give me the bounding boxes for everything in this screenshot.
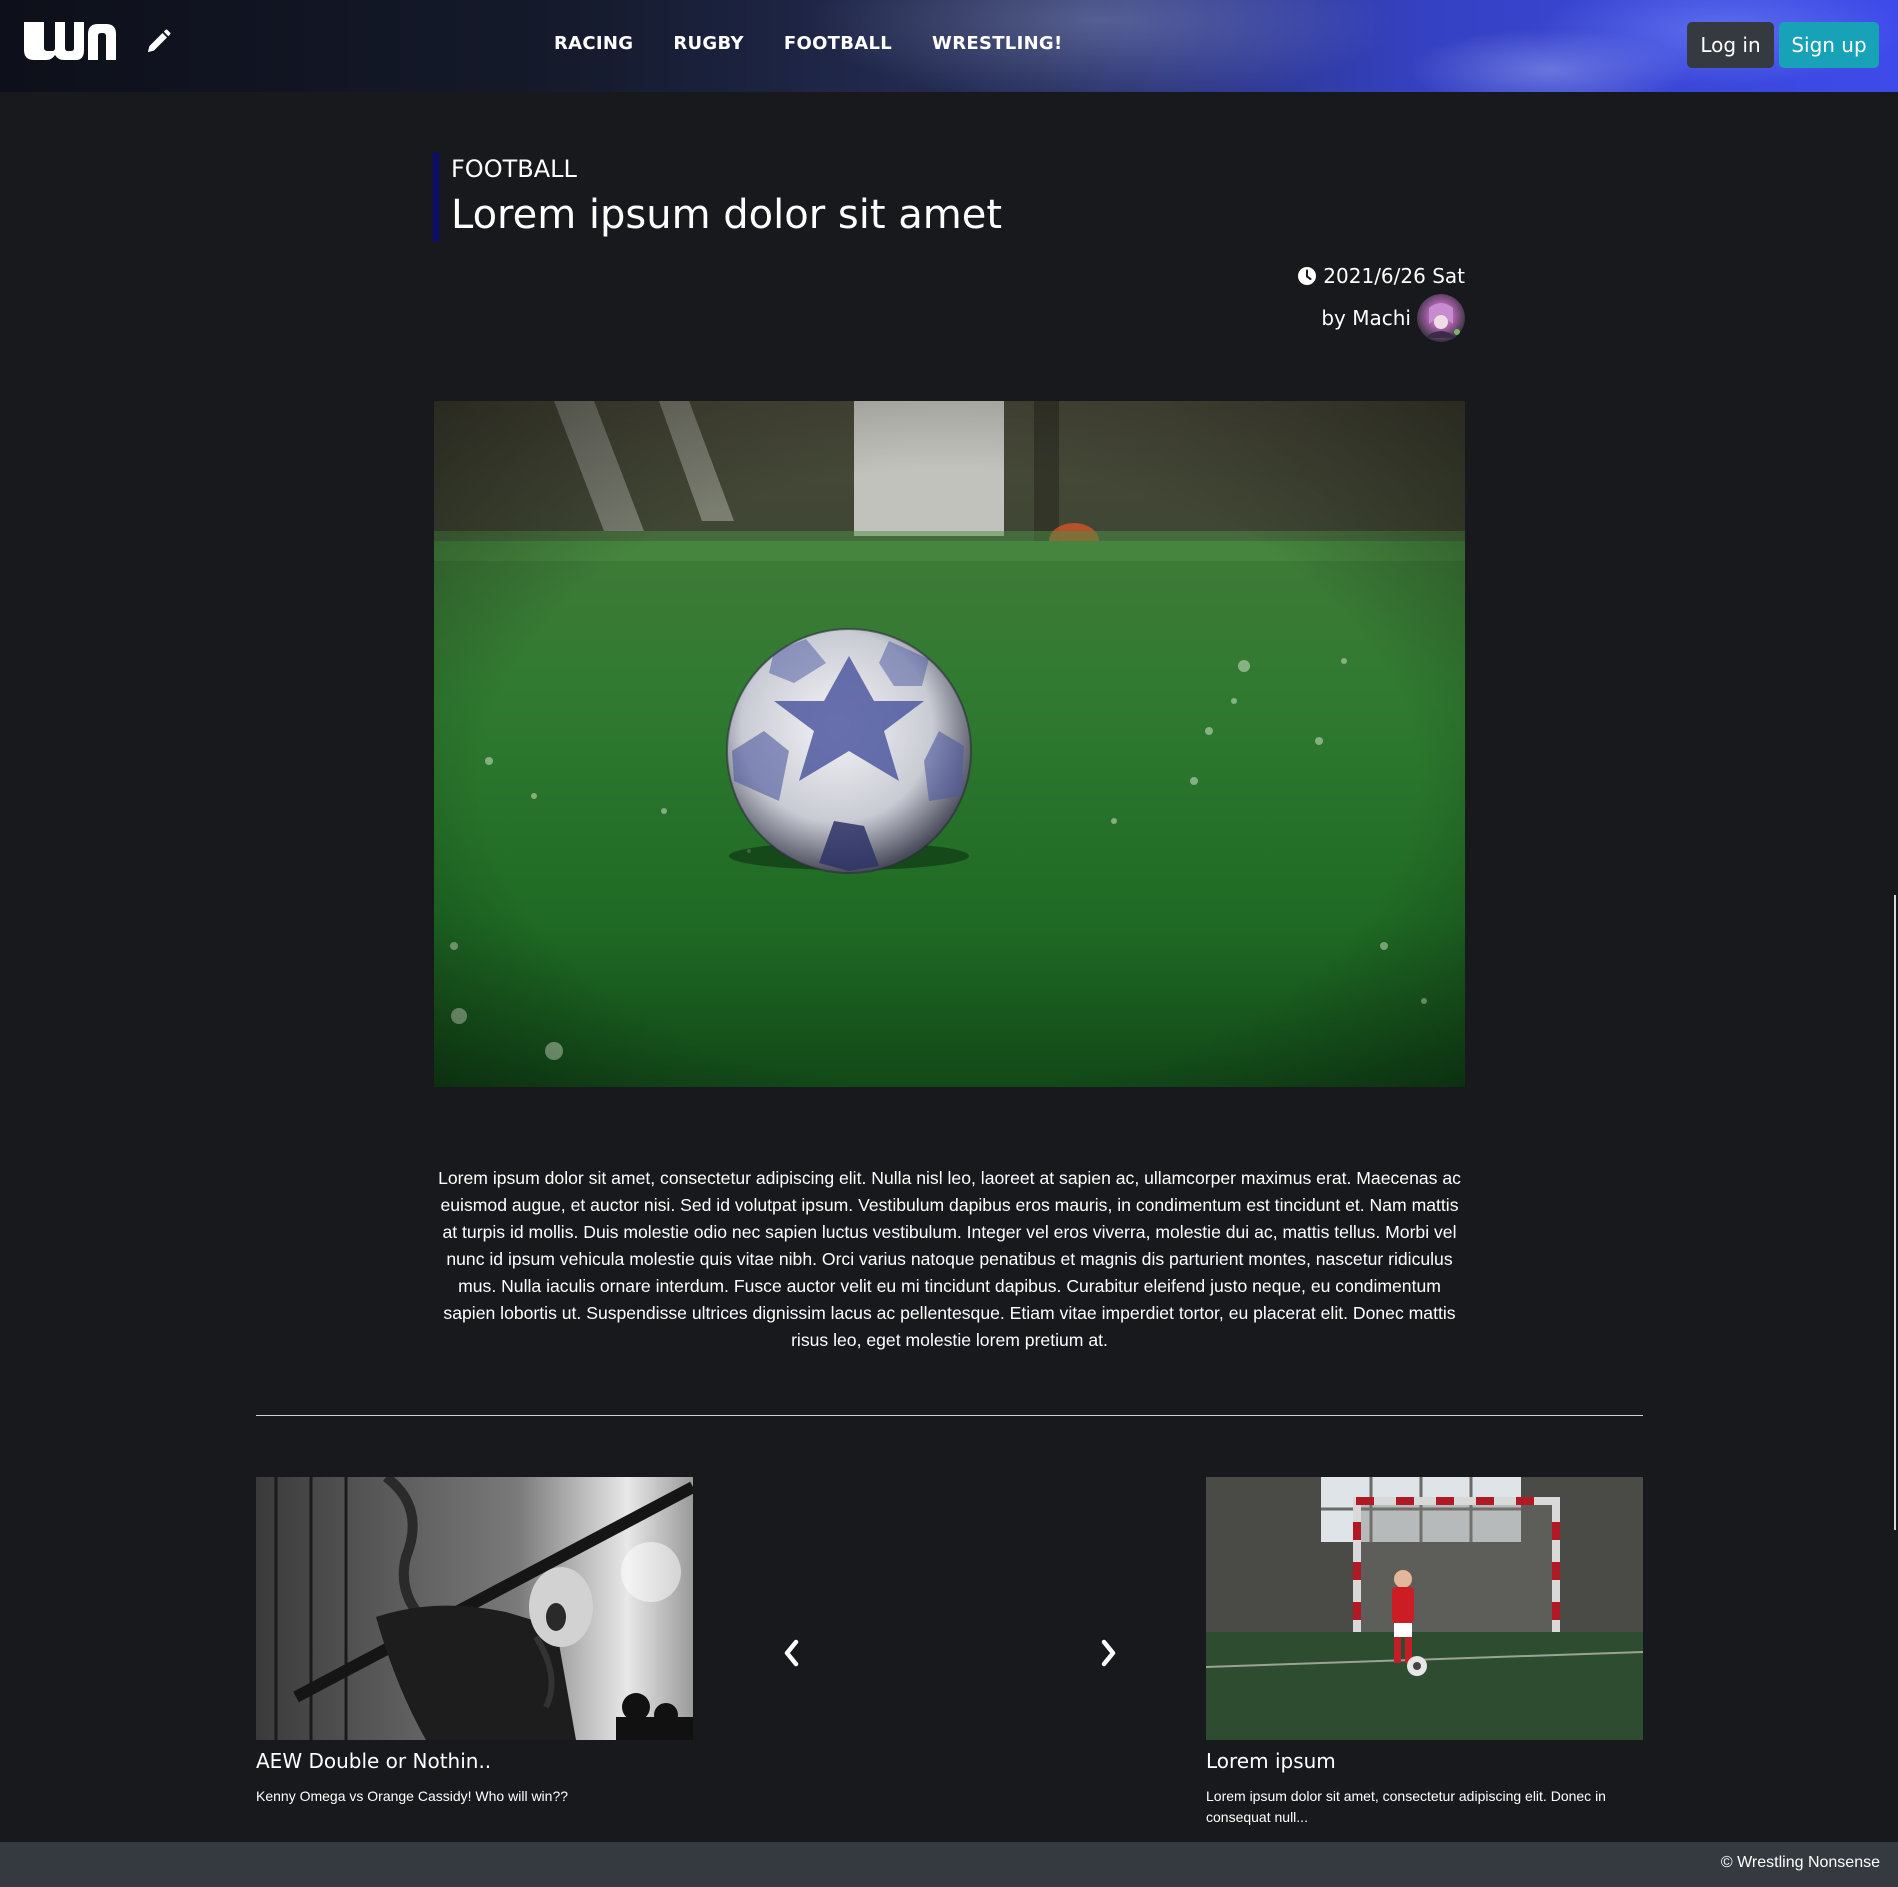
article-hero-image (434, 401, 1465, 1087)
scrollbar[interactable] (1894, 895, 1896, 1530)
site-logo[interactable] (20, 12, 120, 72)
article-category[interactable]: FOOTBALL (451, 154, 1002, 184)
main-nav: RACING RUGBY FOOTBALL WRESTLING! (554, 33, 1063, 54)
article-meta: 2021/6/26 Sat by Machi (1297, 262, 1465, 342)
carousel-card[interactable]: Lorem ipsum Lorem ipsum dolor sit amet, … (1206, 1477, 1643, 1828)
card-title[interactable]: AEW Double or Nothin.. (256, 1748, 693, 1774)
author-avatar[interactable] (1417, 294, 1465, 342)
chevron-right-icon[interactable] (1096, 1638, 1120, 1668)
clock-icon (1298, 267, 1317, 285)
article-title-block: FOOTBALL Lorem ipsum dolor sit amet (433, 152, 1002, 242)
card-image-wrestling[interactable] (256, 1477, 693, 1740)
carousel-card[interactable]: AEW Double or Nothin.. Kenny Omega vs Or… (256, 1477, 693, 1807)
card-text: Kenny Omega vs Orange Cassidy! Who will … (256, 1788, 569, 1804)
pencil-icon[interactable] (144, 28, 172, 56)
chevron-left-icon[interactable] (780, 1638, 804, 1668)
nav-link-racing[interactable]: RACING (554, 33, 633, 54)
login-button[interactable]: Log in (1687, 22, 1774, 68)
page: RACING RUGBY FOOTBALL WRESTLING! Log in … (0, 0, 1898, 1887)
nav-link-rugby[interactable]: RUGBY (673, 33, 744, 54)
article-author[interactable]: by Machi (1321, 306, 1411, 330)
footer: © Wrestling Nonsense (0, 1842, 1898, 1887)
nav-link-wrestling[interactable]: WRESTLING! (932, 33, 1062, 54)
article-title: Lorem ipsum dolor sit amet (451, 192, 1003, 238)
article-body: Lorem ipsum dolor sit amet, consectetur … (438, 1167, 1461, 1350)
card-text: Lorem ipsum dolor sit amet, consectetur … (1206, 1788, 1606, 1825)
navbar: RACING RUGBY FOOTBALL WRESTLING! Log in … (0, 0, 1898, 92)
card-title[interactable]: Lorem ipsum (1206, 1748, 1643, 1774)
section-divider (256, 1415, 1643, 1416)
nav-link-football[interactable]: FOOTBALL (784, 33, 892, 54)
signup-button[interactable]: Sign up (1779, 22, 1879, 68)
footer-copyright: © Wrestling Nonsense (1720, 1854, 1880, 1871)
card-image-football[interactable] (1206, 1477, 1643, 1740)
article-date: 2021/6/26 Sat (1323, 264, 1465, 288)
